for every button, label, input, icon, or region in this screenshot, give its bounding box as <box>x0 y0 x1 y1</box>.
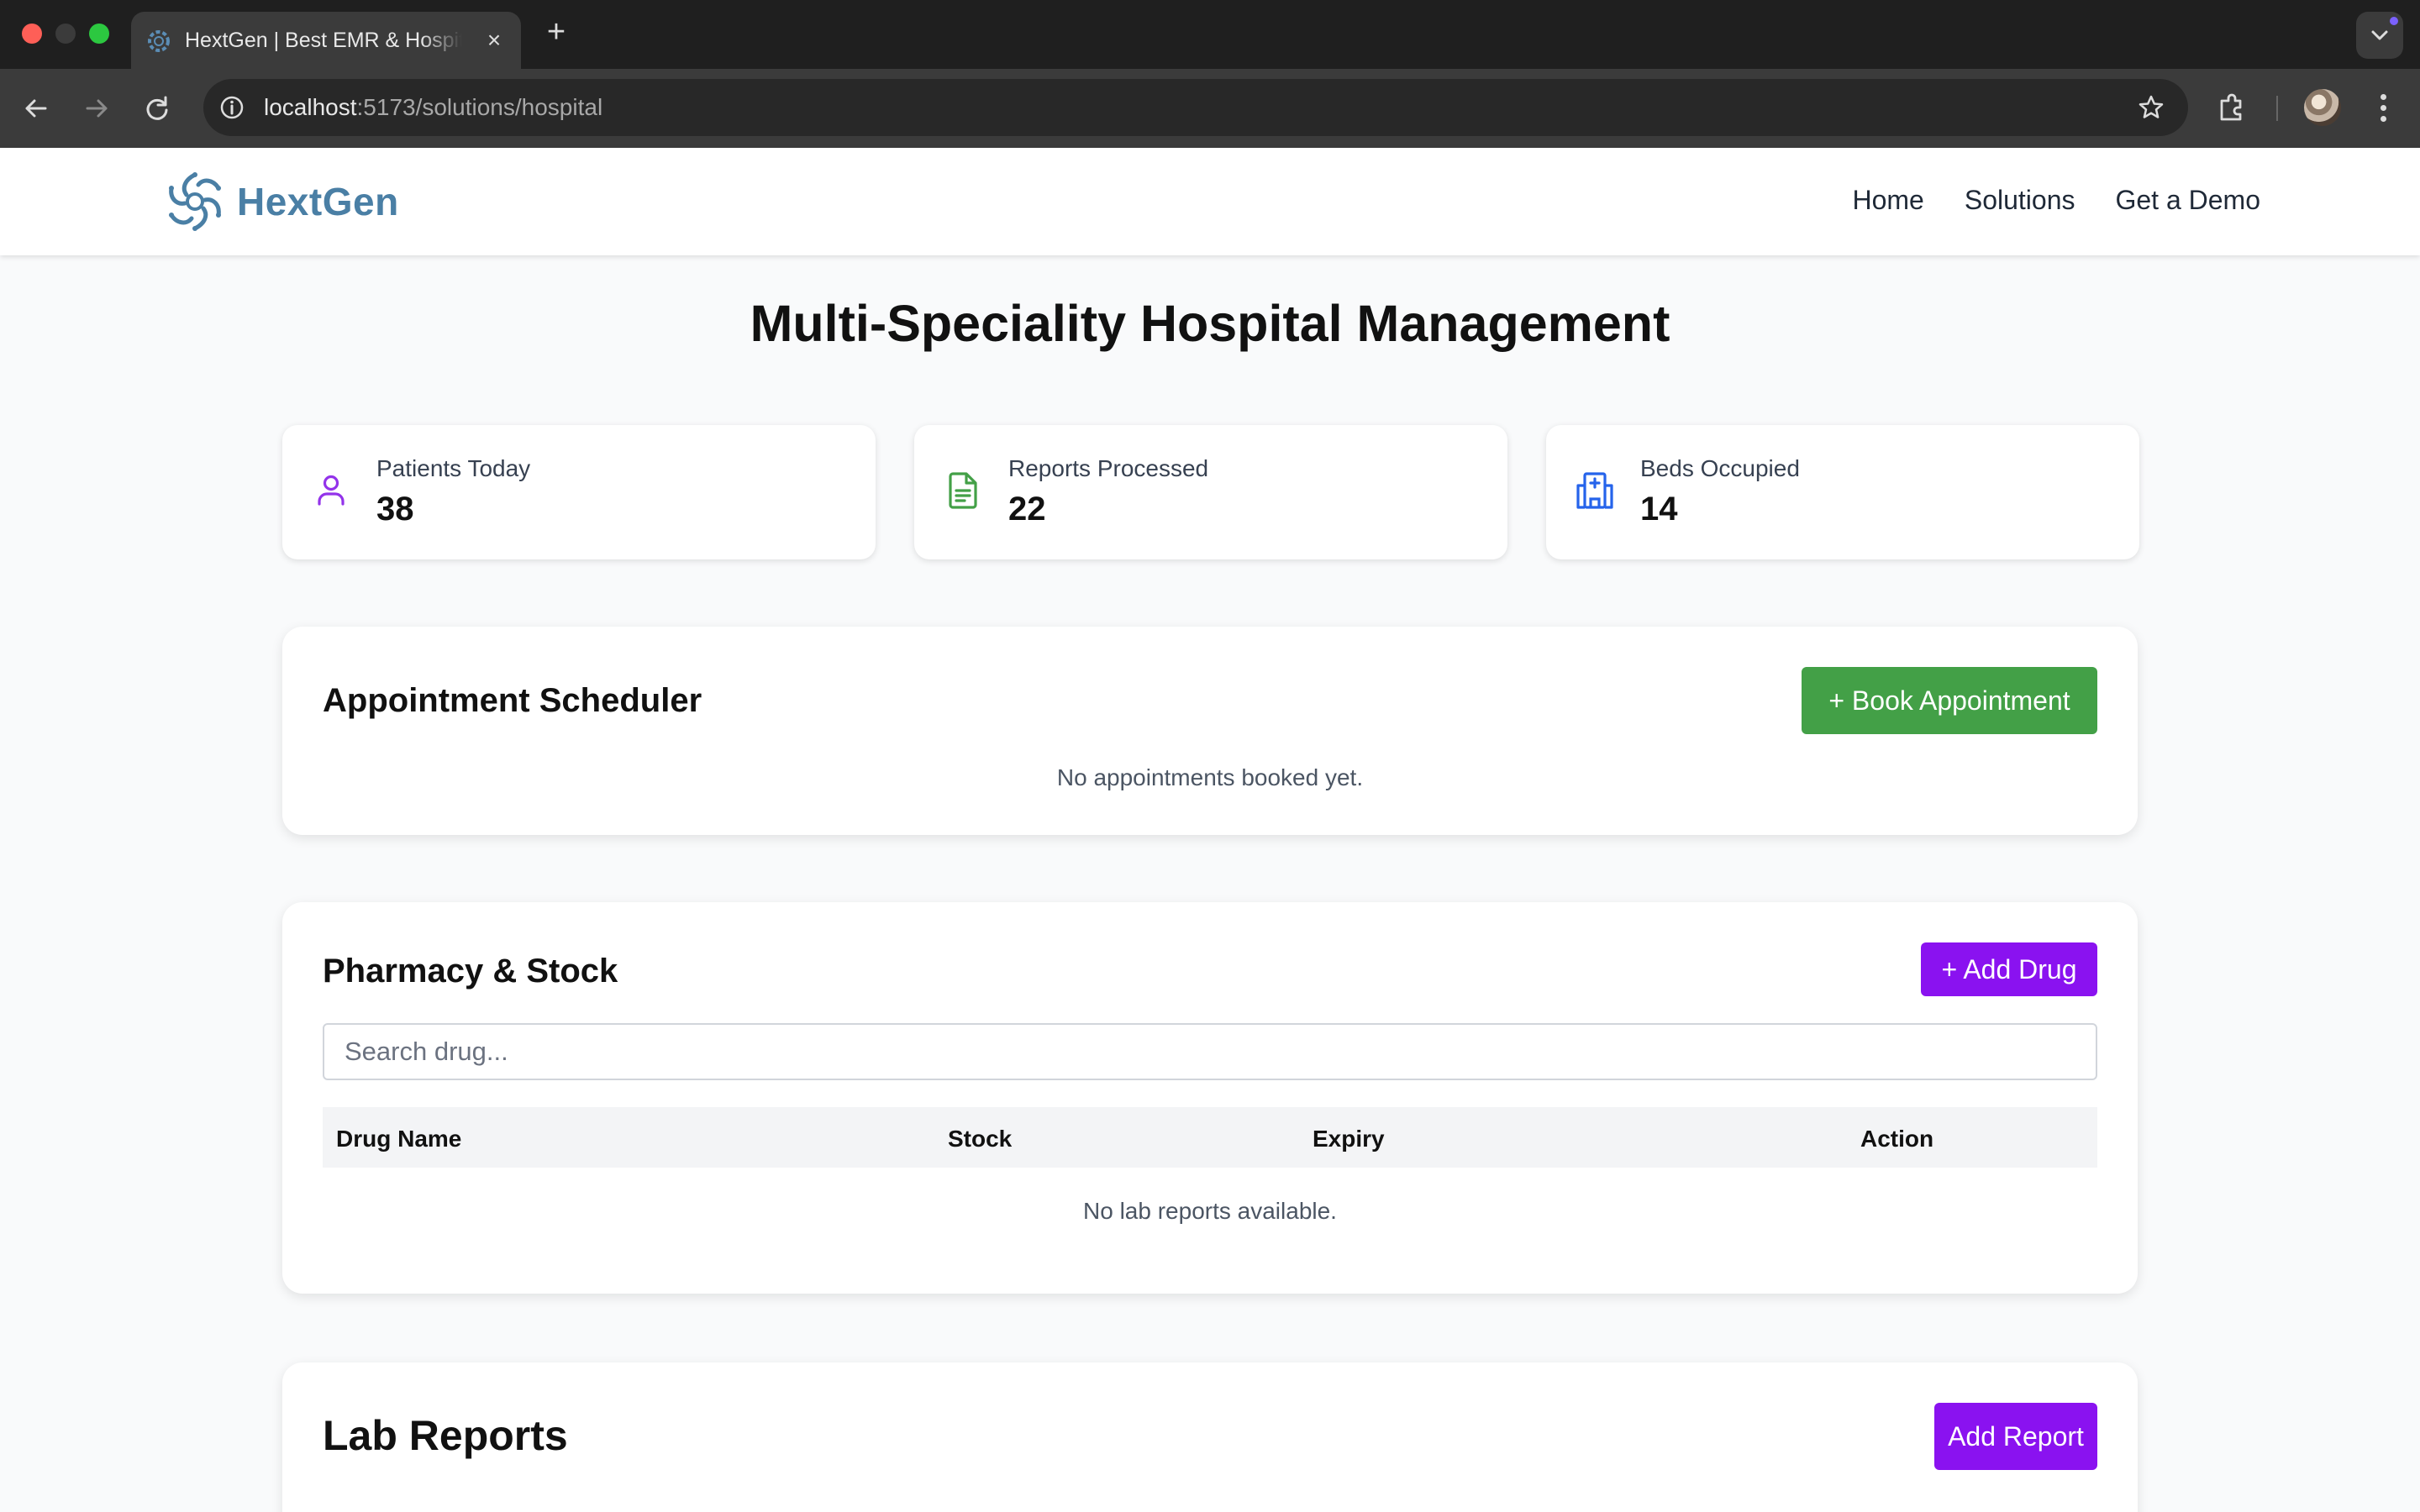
lab-reports-title: Lab Reports <box>323 1412 568 1459</box>
stat-card-patients-today: Patients Today 38 <box>282 425 876 559</box>
appointment-scheduler-title: Appointment Scheduler <box>323 682 702 719</box>
nav-link-solutions[interactable]: Solutions <box>1965 185 2075 216</box>
arrow-left-icon <box>25 99 47 118</box>
add-report-button[interactable]: Add Report <box>1934 1403 2097 1470</box>
appointment-scheduler-card: Appointment Scheduler + Book Appointment… <box>282 627 2138 835</box>
window-zoom-button[interactable] <box>89 24 109 44</box>
stat-card-reports-processed: Reports Processed 22 <box>914 425 1507 559</box>
site-info-icon[interactable] <box>217 92 247 123</box>
browser-tab-active[interactable]: HextGen | Best EMR & Hospital Management… <box>131 12 521 69</box>
user-icon <box>318 475 345 506</box>
notification-dot <box>2390 17 2398 25</box>
browser-menu-button[interactable] <box>2370 87 2396 128</box>
new-tab-button[interactable]: + <box>539 15 573 49</box>
hextgen-logo-icon <box>169 172 221 231</box>
column-header-expiry[interactable]: Expiry <box>1313 1126 1385 1152</box>
nav-link-home[interactable]: Home <box>1852 185 1923 216</box>
column-header-action: Action <box>1860 1126 1934 1152</box>
reload-button[interactable] <box>138 89 176 128</box>
stat-value: 14 <box>1640 491 1678 528</box>
tab-title: HextGen | Best EMR & Hospital Management <box>185 29 462 52</box>
drug-table-header: Drug Name Stock Expiry Action <box>323 1107 2097 1168</box>
column-header-stock[interactable]: Stock <box>948 1126 1012 1152</box>
appointments-empty-state: No appointments booked yet. <box>1056 764 1364 790</box>
search-drug-input[interactable] <box>323 1023 2097 1080</box>
stat-value: 38 <box>376 491 414 528</box>
main-nav: Home Solutions Get a Demo <box>1852 185 2260 216</box>
url-path: :5173/solutions/hospital <box>356 94 603 120</box>
tab-close-icon[interactable]: × <box>481 27 508 54</box>
drug-table-empty-state: No lab reports available. <box>1083 1198 1337 1224</box>
bookmark-star-icon[interactable] <box>2136 92 2166 123</box>
site-header: HextGen Home Solutions Get a Demo <box>0 148 2420 255</box>
window-minimize-button[interactable] <box>55 24 76 44</box>
window-close-button[interactable] <box>22 24 42 44</box>
browser-tab-bar: HextGen | Best EMR & Hospital Management… <box>0 0 2420 69</box>
lab-reports-card: Lab Reports Add Report <box>282 1362 2138 1512</box>
browser-toolbar: localhost:5173/solutions/hospital <box>0 69 2420 148</box>
pharmacy-stock-card: Pharmacy & Stock + Add Drug Drug Name St… <box>282 902 2138 1294</box>
add-drug-button[interactable]: + Add Drug <box>1921 942 2097 996</box>
nav-link-get-a-demo[interactable]: Get a Demo <box>2115 185 2260 216</box>
toolbar-separator <box>2276 96 2278 121</box>
file-text-icon <box>949 472 977 509</box>
stat-label: Reports Processed <box>1008 455 1209 481</box>
brand-logo[interactable]: HextGen <box>161 168 399 235</box>
reload-icon <box>146 96 168 120</box>
stat-card-beds-occupied: Beds Occupied 14 <box>1546 425 2139 559</box>
extensions-puzzle-icon[interactable] <box>2212 87 2252 128</box>
profile-avatar[interactable] <box>2304 89 2341 126</box>
book-appointment-button[interactable]: + Book Appointment <box>1802 667 2097 734</box>
address-bar[interactable]: localhost:5173/solutions/hospital <box>203 79 2188 136</box>
favicon-icon <box>148 30 170 52</box>
stat-value: 22 <box>1008 491 1046 528</box>
url-text: localhost:5173/solutions/hospital <box>264 94 602 121</box>
stat-label: Patients Today <box>376 455 531 481</box>
pharmacy-stock-title: Pharmacy & Stock <box>323 953 618 990</box>
back-button[interactable] <box>17 89 55 128</box>
hospital-icon <box>1576 472 1613 509</box>
arrow-right-icon <box>86 99 108 118</box>
forward-button[interactable] <box>77 89 116 128</box>
brand-name: HextGen <box>237 180 399 223</box>
page-title: Multi-Speciality Hospital Management <box>750 295 1670 352</box>
url-host: localhost <box>264 94 357 120</box>
stat-label: Beds Occupied <box>1640 455 1800 481</box>
column-header-drug-name[interactable]: Drug Name <box>336 1126 461 1152</box>
tab-search-button[interactable] <box>2356 12 2403 59</box>
